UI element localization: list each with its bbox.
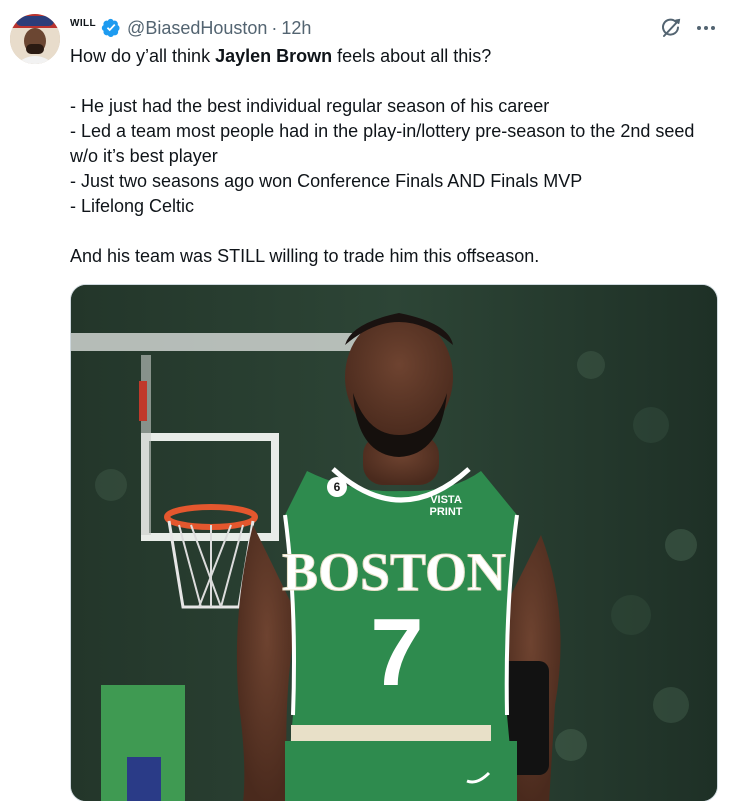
tweet-timestamp[interactable]: 12h <box>281 18 311 39</box>
header-separator: · <box>271 17 278 38</box>
tweet-card: WILL @BiasedHouston · 12h How do y’all t… <box>0 0 730 801</box>
bullet-line: - Lifelong Celtic <box>70 196 195 216</box>
jersey-number: 7 <box>370 599 423 706</box>
jersey-sponsor-line2: PRINT <box>430 506 463 518</box>
jersey-patch-number: 6 <box>334 480 341 494</box>
bullet-line: - He just had the best individual regula… <box>70 96 550 116</box>
verified-badge-icon <box>101 18 121 38</box>
lead-text-before: How do y’all think <box>70 46 216 66</box>
more-dot-icon <box>704 26 708 30</box>
jersey-sponsor-line1: VISTA <box>430 494 462 506</box>
more-dot-icon <box>711 26 715 30</box>
grok-icon[interactable] <box>659 16 683 40</box>
tweet-lead-line: How do y’all think Jaylen Brown feels ab… <box>70 44 720 69</box>
jersey-wordmark: BOSTON <box>282 542 506 602</box>
more-options-icon[interactable] <box>694 18 718 38</box>
tweet-closing-line: And his team was STILL willing to trade … <box>70 246 540 266</box>
lead-text-bold: Jaylen Brown <box>215 46 333 66</box>
author-display-name[interactable]: WILL <box>70 18 96 29</box>
author-avatar[interactable] <box>10 14 60 64</box>
tweet-photo[interactable]: 6 VISTA PRINT BOSTON 7 <box>70 284 718 801</box>
author-handle[interactable]: @BiasedHouston <box>127 18 267 39</box>
bullet-line: - Just two seasons ago won Conference Fi… <box>70 171 583 191</box>
tweet-header: WILL @BiasedHouston · 12h <box>70 14 311 42</box>
more-dot-icon <box>697 26 701 30</box>
lead-text-after: feels about all this? <box>332 46 492 66</box>
tweet-text: How do y’all think Jaylen Brown feels ab… <box>70 44 720 269</box>
bullet-line: - Led a team most people had in the play… <box>70 121 695 166</box>
